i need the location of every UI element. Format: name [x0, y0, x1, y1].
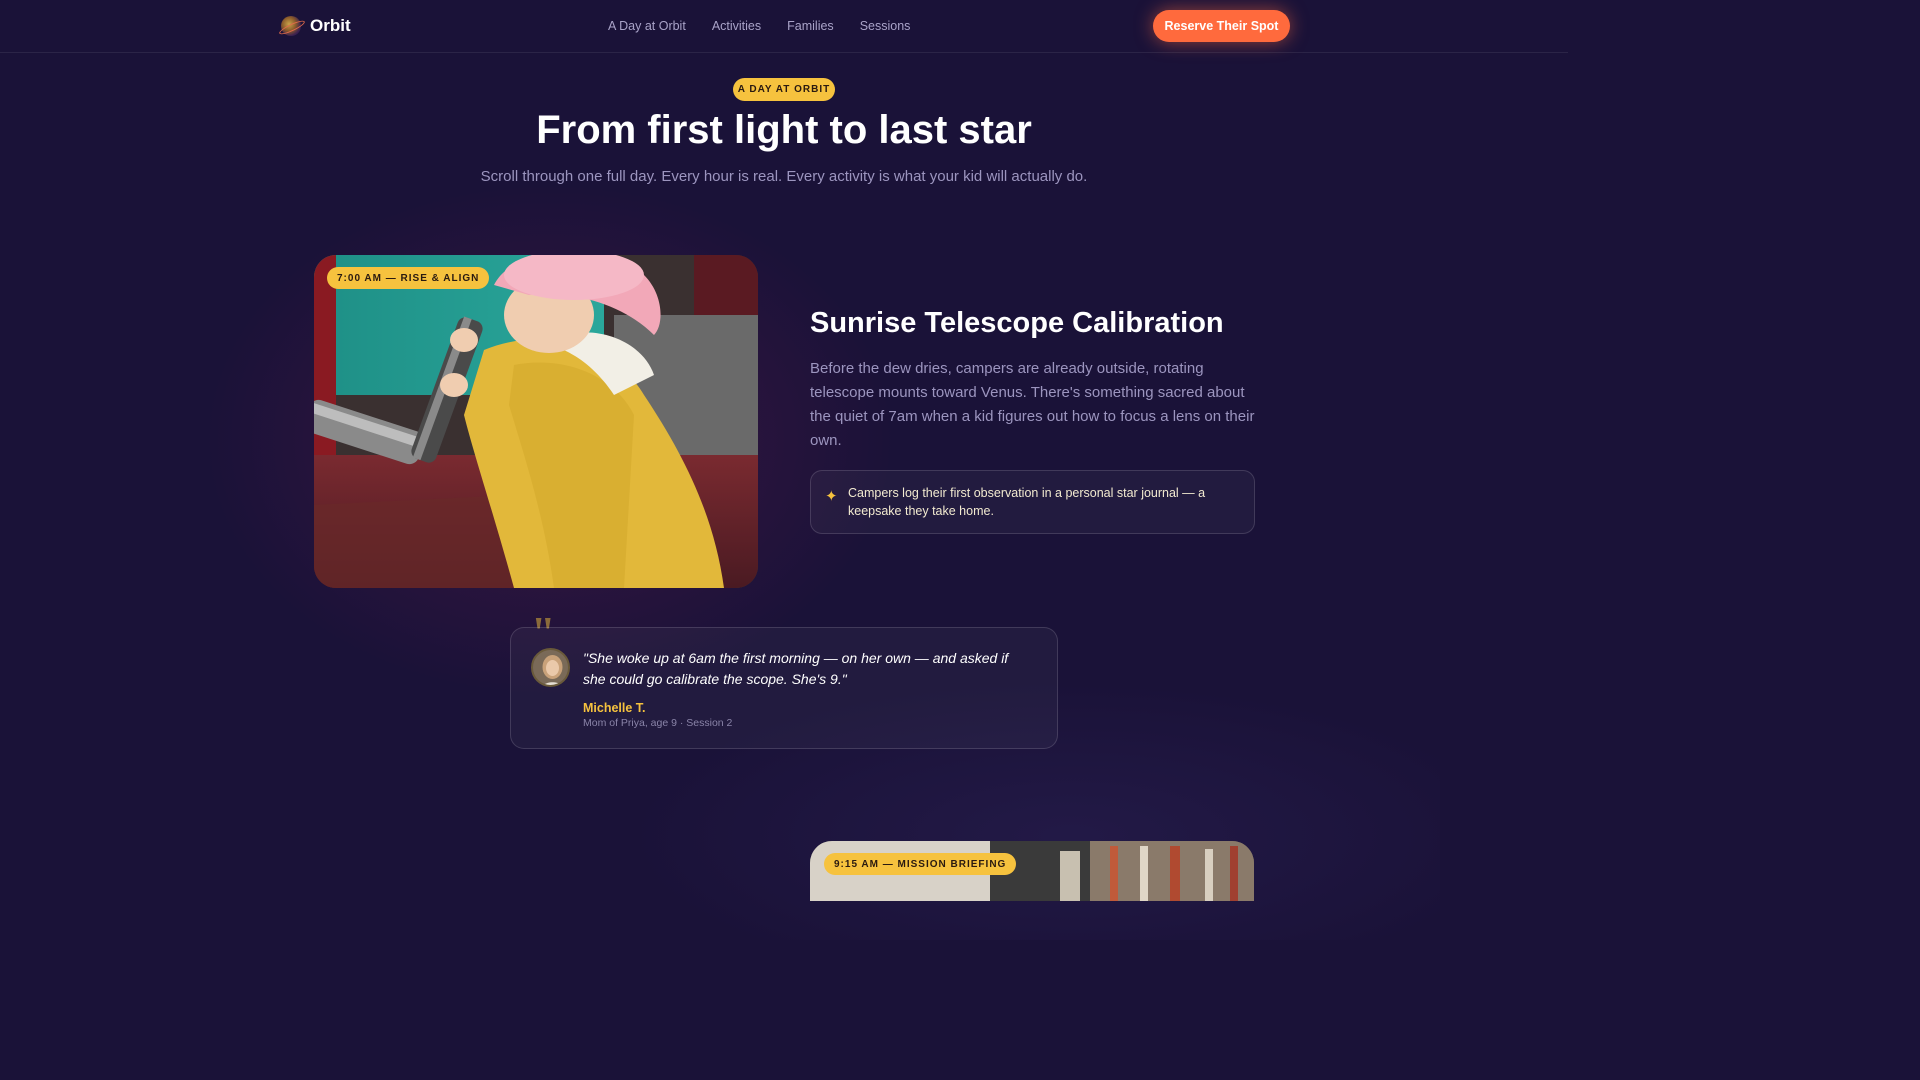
- activity-note: ✦ Campers log their first observation in…: [810, 470, 1255, 534]
- brand-name: Orbit: [310, 16, 351, 35]
- nav-link-families[interactable]: Families: [787, 19, 834, 33]
- hero-subtitle: Scroll through one full day. Every hour …: [480, 168, 1088, 185]
- avatar: [531, 648, 570, 687]
- activity-title: Sunrise Telescope Calibration: [810, 307, 1224, 339]
- activity-description: Before the dew dries, campers are alread…: [810, 360, 1255, 449]
- reserve-spot-button[interactable]: Reserve Their Spot: [1153, 10, 1290, 42]
- nav-link-activities[interactable]: Activities: [712, 19, 761, 33]
- hero-eyebrow-badge: A DAY AT ORBIT: [733, 78, 835, 101]
- planet-icon: [281, 16, 301, 36]
- nav-link-a-day-at-orbit[interactable]: A Day at Orbit: [608, 19, 686, 33]
- time-badge: 9:15 AM — MISSION BRIEFING: [824, 853, 1017, 875]
- child-with-telescope-photo: [314, 255, 758, 588]
- testimonial-meta: Mom of Priya, age 9 · Session 2: [583, 717, 733, 729]
- nav-link-sessions[interactable]: Sessions: [860, 19, 911, 33]
- testimonial-author: Michelle T.: [583, 701, 646, 715]
- time-badge: 7:00 AM — RISE & ALIGN: [327, 267, 490, 289]
- testimonial-card: "She woke up at 6am the first morning — …: [510, 627, 1058, 749]
- page-title: From first light to last star: [536, 108, 1032, 152]
- sparkle-icon: ✦: [825, 488, 838, 505]
- testimonial-quote: "She woke up at 6am the first morning — …: [583, 650, 1009, 687]
- brand-logo[interactable]: Orbit: [281, 16, 351, 36]
- activity-photo: [314, 255, 758, 588]
- top-nav: Orbit A Day at Orbit Activities Families…: [0, 0, 1568, 53]
- activity-note-text: Campers log their first observation in a…: [848, 486, 1206, 518]
- nav-links: A Day at Orbit Activities Families Sessi…: [608, 19, 910, 33]
